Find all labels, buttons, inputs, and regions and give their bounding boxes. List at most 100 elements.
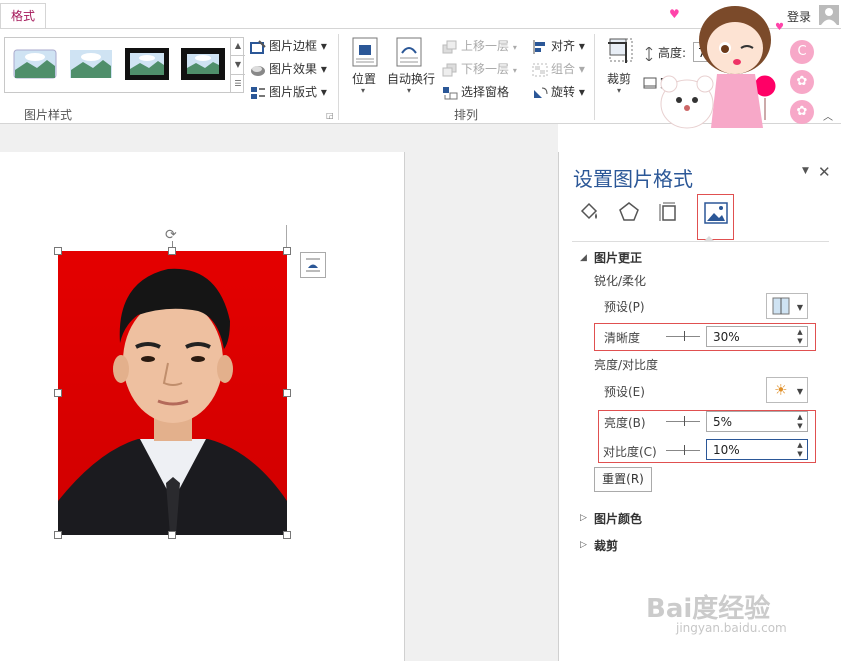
contrast-input[interactable]: 10% ▲ ▼ (706, 439, 808, 460)
decor-circle-icon: ✿ (790, 70, 814, 94)
spinner-arrows[interactable]: ▲ ▼ (795, 413, 805, 431)
layout-icon (250, 86, 266, 100)
slider-thumb[interactable] (684, 445, 685, 455)
resize-handle[interactable] (283, 247, 291, 255)
expand-triangle-icon[interactable]: ▷ (580, 513, 587, 523)
align-button[interactable]: 对齐 ▾ (532, 37, 585, 54)
fill-bucket-icon (580, 202, 598, 220)
tab-pointer (704, 236, 714, 241)
sun-icon: ☀ (774, 381, 788, 399)
style-thumb-3[interactable] (125, 46, 169, 82)
collapse-ribbon-icon[interactable]: ︿ (823, 108, 833, 123)
sharpen-preset-dropdown[interactable]: ▼ (766, 293, 808, 319)
group-separator (338, 34, 339, 120)
selection-pane-button[interactable]: 选择窗格 (442, 83, 509, 100)
label-brightness-contrast: 亮度/对比度 (594, 358, 659, 372)
section-picture-corrections[interactable]: 图片更正 (594, 249, 642, 266)
svg-text:♥: ♥ (669, 7, 680, 21)
style-thumb-4[interactable] (181, 46, 225, 82)
pane-title: 设置图片格式 (573, 167, 693, 191)
chevron-down-icon: ▼ (796, 303, 803, 312)
contrast-slider[interactable] (666, 445, 700, 455)
resize-handle[interactable] (168, 531, 176, 539)
crop-button[interactable] (604, 37, 634, 70)
position-icon (352, 37, 378, 67)
gallery-up-button[interactable]: ▲ (231, 37, 245, 56)
align-icon (532, 39, 548, 54)
wrap-text-label: 自动换行 (387, 72, 436, 86)
resize-handle[interactable] (283, 531, 291, 539)
brightness-input[interactable]: 5% ▲ ▼ (706, 411, 808, 432)
label-brightness: 亮度(B) (604, 416, 646, 430)
picture-effects-button[interactable]: 图片效果 ▾ (250, 60, 327, 77)
resize-handle[interactable] (54, 389, 62, 397)
brightness-slider[interactable] (666, 416, 700, 426)
position-button[interactable] (350, 37, 380, 70)
gallery-scroll: ▲ ▼ ☰ (230, 37, 245, 93)
resize-handle[interactable] (54, 531, 62, 539)
watermark-url: jingyan.baidu.com (676, 621, 787, 635)
chevron-down-icon: ▾ (617, 86, 622, 95)
layout-options-button[interactable] (300, 252, 326, 278)
resize-handle[interactable] (54, 247, 62, 255)
gallery-more-button[interactable]: ☰ (231, 75, 245, 93)
cartoon-sticker-image: ♥ ♥ (655, 0, 805, 132)
sharpen-preset-icon (772, 297, 790, 315)
brightness-preset-dropdown[interactable]: ☀ ▼ (766, 377, 808, 403)
layout-options-icon (306, 258, 320, 272)
pane-options-icon[interactable]: ▼ (802, 166, 809, 176)
chevron-down-icon: ▾ (407, 86, 412, 95)
chevron-down-icon: ▼ (796, 387, 803, 396)
style-thumb-2[interactable] (69, 46, 113, 82)
chevron-down-icon: ▾ (361, 86, 366, 95)
spinner-arrows[interactable]: ▲ ▼ (795, 328, 805, 346)
portrait-image (58, 251, 287, 535)
wrap-text-button[interactable] (396, 37, 426, 70)
expand-triangle-icon[interactable]: ▷ (580, 540, 587, 550)
reset-button[interactable]: 重置(R) (594, 467, 652, 492)
border-icon (250, 39, 266, 54)
crop-label: 裁剪 (607, 72, 632, 86)
style-thumb-1[interactable] (13, 46, 57, 82)
section-crop[interactable]: 裁剪 (594, 537, 618, 554)
close-icon[interactable]: ✕ (818, 163, 831, 181)
baidu-watermark: Bai度经验 (646, 594, 771, 624)
picture-icon (704, 202, 728, 224)
tab-format[interactable]: 格式 (0, 3, 46, 28)
slider-thumb[interactable] (684, 331, 685, 341)
dialog-launcher-icon[interactable]: ◲ (326, 111, 334, 120)
tab-fill-line[interactable] (578, 201, 600, 226)
tab-picture[interactable] (697, 194, 734, 240)
group-separator (594, 34, 595, 120)
spinner-arrows[interactable]: ▲ ▼ (795, 441, 805, 459)
tab-layout-properties[interactable] (657, 201, 679, 226)
resize-handle[interactable] (168, 247, 176, 255)
picture-border-button[interactable]: 图片边框 ▾ (250, 37, 327, 54)
id-photo[interactable] (58, 251, 287, 535)
rotate-button[interactable]: 旋转 ▾ (532, 83, 585, 100)
crop-icon (608, 38, 633, 63)
clarity-input[interactable]: 30% ▲ ▼ (706, 326, 808, 347)
size-properties-icon (659, 202, 676, 221)
gallery-down-button[interactable]: ▼ (231, 56, 245, 75)
section-picture-color[interactable]: 图片颜色 (594, 510, 642, 527)
selection-pane-icon (442, 86, 458, 100)
picture-style-gallery (4, 37, 244, 93)
picture-layout-button[interactable]: 图片版式 ▾ (250, 83, 327, 100)
collapse-triangle-icon[interactable]: ◢ (580, 253, 587, 263)
rotate-handle-icon[interactable]: ⟳ (165, 227, 177, 243)
slider-thumb[interactable] (684, 416, 685, 426)
group-button[interactable]: 组合 ▾ (532, 60, 585, 77)
send-backward-button[interactable]: 下移一层 ▾ (442, 60, 517, 77)
resize-handle[interactable] (283, 389, 291, 397)
clarity-slider[interactable] (666, 331, 700, 341)
tab-effects[interactable] (618, 201, 640, 226)
bring-forward-button[interactable]: 上移一层 ▾ (442, 37, 517, 54)
height-icon (643, 45, 655, 62)
decor-circle-icon: ✿ (790, 100, 814, 124)
position-label: 位置 (352, 72, 377, 86)
group-icon (532, 63, 548, 77)
avatar[interactable] (819, 5, 839, 25)
group-label-arrange: 排列 (454, 108, 479, 122)
group-label-picture-styles: 图片样式 (24, 108, 73, 122)
